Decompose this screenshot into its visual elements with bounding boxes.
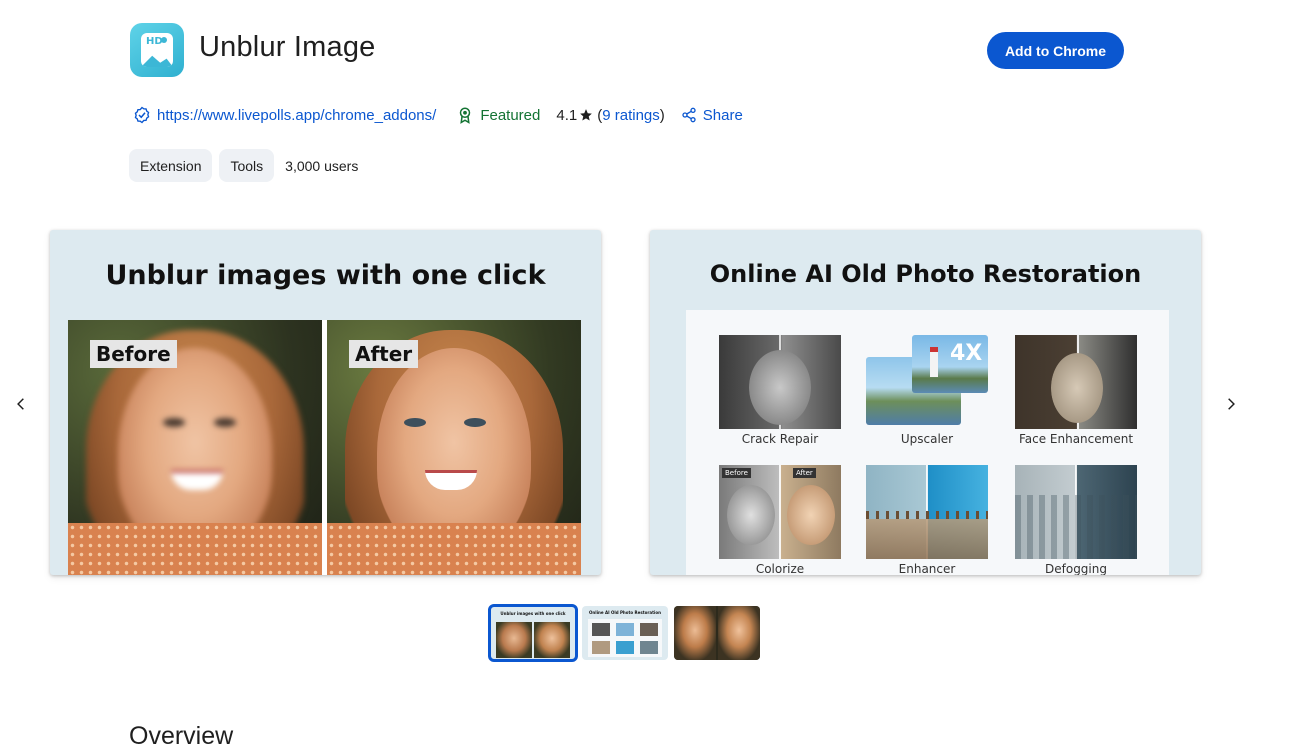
user-count: 3,000 users	[285, 157, 359, 174]
thumbnail-2[interactable]: Online AI Old Photo Restoration	[582, 606, 668, 660]
overview-heading: Overview	[129, 722, 234, 750]
star-icon	[580, 109, 593, 121]
verified-badge-icon	[134, 106, 150, 124]
rating-value: 4.1	[556, 106, 578, 124]
feature-caption: Defogging	[1045, 562, 1107, 575]
thumbnail-2-caption: Online AI Old Photo Restoration	[589, 610, 661, 615]
share-button[interactable]: Share	[681, 107, 743, 124]
feature-enhancer: Enhancer	[866, 465, 988, 575]
rating: 4.1 ( 9 ratings )	[556, 107, 664, 124]
upscale-badge: 4X	[950, 341, 983, 366]
chevron-left-icon	[17, 398, 24, 410]
chip-tools[interactable]: Tools	[219, 149, 275, 182]
app-title: Unblur Image	[199, 31, 376, 63]
feature-grid: Crack Repair 4X Upscaler Face Enhancemen…	[686, 310, 1169, 575]
feature-colorize: Before After Colorize	[719, 465, 841, 575]
chevron-right-icon	[1228, 398, 1235, 410]
category-chips: Extension Tools 3,000 users	[129, 149, 358, 182]
award-icon	[460, 107, 471, 124]
colorize-before-tag: Before	[722, 468, 751, 478]
share-label[interactable]: Share	[703, 107, 743, 124]
thumbnail-3[interactable]	[674, 606, 760, 660]
before-photo: Before	[68, 320, 322, 575]
thumbnail-1-caption: Unblur images with one click	[500, 611, 566, 616]
featured-badge: Featured	[456, 106, 540, 124]
carousel-prev-button[interactable]	[7, 390, 35, 418]
share-icon	[682, 107, 696, 123]
feature-caption: Upscaler	[900, 432, 954, 446]
feature-face-enhancement: Face Enhancement	[1015, 335, 1137, 446]
after-photo: After	[327, 320, 581, 575]
add-to-chrome-button[interactable]: Add to Chrome	[987, 32, 1124, 69]
app-icon-label: HD	[146, 36, 163, 47]
ratings-link[interactable]: 9 ratings	[602, 107, 660, 124]
featured-label: Featured	[480, 106, 541, 124]
feature-upscaler: 4X Upscaler	[866, 335, 988, 446]
thumbnail-strip: Unblur images with one click Online AI O…	[488, 604, 766, 662]
feature-defogging: Defogging	[1015, 465, 1137, 575]
feature-caption: Crack Repair	[741, 432, 819, 446]
feature-crack-repair: Crack Repair	[719, 335, 841, 446]
meta-row: https://www.livepolls.app/chrome_addons/…	[133, 104, 743, 126]
after-tag: After	[349, 340, 419, 368]
slide-1-heading: Unblur images with one click	[105, 260, 546, 291]
carousel-next-button[interactable]	[1217, 390, 1245, 418]
chip-extension[interactable]: Extension	[129, 149, 213, 182]
before-tag: Before	[90, 340, 177, 368]
screenshot-slide-2[interactable]: Online AI Old Photo Restoration Crack Re…	[650, 230, 1201, 575]
publisher-url[interactable]: https://www.livepolls.app/chrome_addons/	[157, 107, 436, 124]
publisher-link[interactable]: https://www.livepolls.app/chrome_addons/	[133, 106, 436, 124]
feature-caption: Colorize	[755, 562, 805, 575]
feature-caption: Enhancer	[898, 562, 956, 575]
rating-close-paren: )	[659, 106, 665, 124]
feature-caption: Face Enhancement	[1018, 432, 1134, 446]
slide-2-heading: Online AI Old Photo Restoration	[709, 260, 1142, 288]
thumbnail-1[interactable]: Unblur images with one click	[488, 604, 578, 662]
colorize-after-tag: After	[793, 468, 816, 478]
app-icon: HD	[130, 23, 184, 77]
screenshot-slide-1[interactable]: Unblur images with one click Before Afte…	[50, 230, 601, 575]
